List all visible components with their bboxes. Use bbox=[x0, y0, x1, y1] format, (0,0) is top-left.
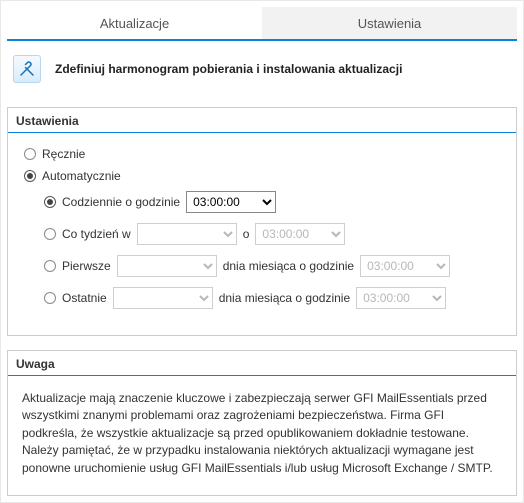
tab-settings[interactable]: Ustawienia bbox=[262, 7, 517, 39]
settings-panel-body: Ręcznie Automatycznie Codziennie o godzi… bbox=[8, 133, 516, 335]
note-panel-title: Uwaga bbox=[8, 351, 516, 376]
option-last[interactable]: Ostatnie dnia miesiąca o godzinie 03:00:… bbox=[44, 287, 500, 309]
note-body: Aktualizacje mają znaczenie kluczowe i z… bbox=[8, 376, 516, 495]
option-manual[interactable]: Ręcznie bbox=[24, 147, 500, 161]
settings-panel: Ustawienia Ręcznie Automatycznie Codzien… bbox=[7, 107, 517, 336]
radio-manual[interactable] bbox=[24, 148, 36, 160]
label-last[interactable]: Ostatnie bbox=[62, 291, 107, 305]
settings-panel-title: Ustawienia bbox=[8, 108, 516, 133]
option-daily[interactable]: Codziennie o godzinie 03:00:00 bbox=[44, 191, 500, 213]
page-title: Zdefiniuj harmonogram pobierania i insta… bbox=[55, 62, 402, 76]
radio-daily[interactable] bbox=[44, 196, 56, 208]
label-weekly[interactable]: Co tydzień w bbox=[62, 227, 131, 241]
option-automatic[interactable]: Automatycznie bbox=[24, 169, 500, 183]
tab-bar: Aktualizacje Ustawienia bbox=[7, 7, 517, 41]
option-first[interactable]: Pierwsze dnia miesiąca o godzinie 03:00:… bbox=[44, 255, 500, 277]
tools-icon bbox=[13, 55, 41, 83]
tab-updates[interactable]: Aktualizacje bbox=[7, 7, 262, 39]
select-last-time[interactable]: 03:00:00 bbox=[356, 287, 446, 309]
radio-automatic[interactable] bbox=[24, 170, 36, 182]
page-header: Zdefiniuj harmonogram pobierania i insta… bbox=[7, 41, 517, 107]
label-first[interactable]: Pierwsze bbox=[62, 259, 111, 273]
radio-weekly[interactable] bbox=[44, 228, 56, 240]
label-weekly-mid: o bbox=[243, 227, 250, 241]
select-weekly-day[interactable] bbox=[137, 223, 237, 245]
label-last-mid: dnia miesiąca o godzinie bbox=[219, 291, 350, 305]
label-first-mid: dnia miesiąca o godzinie bbox=[223, 259, 354, 273]
select-weekly-time[interactable]: 03:00:00 bbox=[255, 223, 345, 245]
updates-config-page: Aktualizacje Ustawienia Zdefiniuj harmon… bbox=[0, 0, 524, 503]
radio-first[interactable] bbox=[44, 260, 56, 272]
select-last-day[interactable] bbox=[113, 287, 213, 309]
option-weekly[interactable]: Co tydzień w o 03:00:00 bbox=[44, 223, 500, 245]
radio-last[interactable] bbox=[44, 292, 56, 304]
label-daily[interactable]: Codziennie o godzinie bbox=[62, 195, 180, 209]
label-manual[interactable]: Ręcznie bbox=[42, 147, 85, 161]
note-panel: Uwaga Aktualizacje mają znaczenie kluczo… bbox=[7, 350, 517, 496]
select-daily-time[interactable]: 03:00:00 bbox=[186, 191, 276, 213]
schedule-group: Codziennie o godzinie 03:00:00 Co tydzie… bbox=[44, 191, 500, 309]
select-first-time[interactable]: 03:00:00 bbox=[360, 255, 450, 277]
select-first-day[interactable] bbox=[117, 255, 217, 277]
label-automatic[interactable]: Automatycznie bbox=[42, 169, 121, 183]
